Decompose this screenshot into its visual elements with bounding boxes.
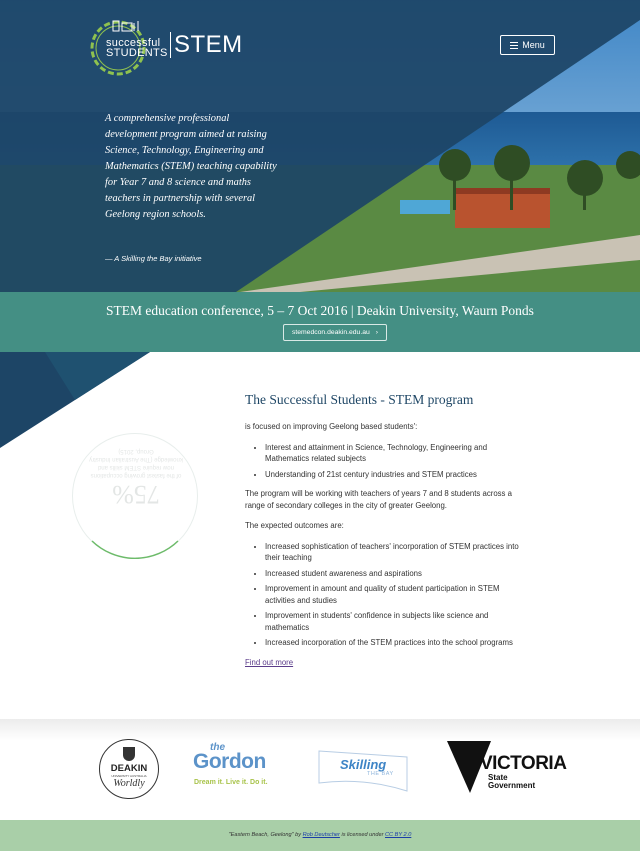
hero-credit: — A Skilling the Bay initiative	[105, 254, 202, 263]
list-item: Understanding of 21st century industries…	[265, 469, 520, 481]
victoria-name: VICTORIA	[480, 753, 567, 774]
skilling-subtitle: THE BAY	[367, 771, 394, 777]
victoria-government-logo[interactable]: VICTORIA State Government	[447, 741, 567, 795]
conference-link-label: stemedcon.deakin.edu.au	[291, 329, 370, 336]
list-item: Improvement in amount and quality of stu…	[265, 583, 520, 606]
list-item: Increased sophistication of teachers' in…	[265, 541, 520, 564]
list-item: Increased student awareness and aspirati…	[265, 568, 520, 580]
hero-banner: successful STUDENTS STEM Menu A comprehe…	[0, 0, 640, 292]
photo-title: "Eastern Beach, Geelong" by	[228, 832, 303, 838]
find-out-more-link[interactable]: Find out more	[245, 658, 293, 667]
conference-link-button[interactable]: stemedcon.deakin.edu.au ›	[283, 324, 387, 341]
conference-banner: STEM education conference, 5 – 7 Oct 201…	[0, 292, 640, 352]
logo-text-stem: STEM	[170, 32, 243, 58]
gordon-logo[interactable]: the Gordon Dream it. Live it. Do it.	[193, 742, 285, 792]
footer-credit: "Eastern Beach, Geelong" by Rob Deutsche…	[0, 820, 640, 851]
outcomes-label: The expected outcomes are:	[245, 521, 344, 530]
menu-button[interactable]: Menu	[500, 35, 555, 55]
skilling-name: Skilling	[340, 757, 387, 772]
list-item: Improvement in students' confidence in s…	[265, 610, 520, 633]
conference-title: STEM education conference, 5 – 7 Oct 201…	[106, 303, 534, 318]
hero-intro: A comprehensive professional development…	[105, 113, 277, 220]
hamburger-icon	[510, 41, 519, 49]
program-intro: is focused on improving Geelong based st…	[245, 422, 418, 431]
deakin-tagline: Worldly	[113, 778, 145, 789]
stat-description: of the fastest growing occupations now r…	[89, 448, 183, 478]
gordon-tagline: Dream it. Live it. Do it.	[194, 779, 268, 786]
program-paragraph: The program will be working with teacher…	[245, 489, 512, 510]
chevron-right-icon: ›	[375, 329, 379, 336]
site-logo[interactable]: successful STUDENTS STEM	[86, 18, 246, 78]
gordon-name: Gordon	[193, 750, 266, 773]
outcomes-list: Increased sophistication of teachers' in…	[265, 541, 520, 649]
logo-text-students: STUDENTS	[106, 47, 168, 59]
program-content: The Successful Students - STEM program i…	[245, 392, 520, 668]
skilling-the-bay-logo[interactable]: Skilling THE BAY	[318, 749, 408, 793]
list-item: Interest and attainment in Science, Tech…	[265, 442, 520, 465]
victoria-government: Government	[488, 781, 536, 790]
list-item: Increased incorporation of the STEM prac…	[265, 637, 520, 649]
menu-label: Menu	[522, 40, 545, 50]
deakin-logo[interactable]: DEAKIN UNIVERSITY AUSTRALIA Worldly	[99, 739, 159, 799]
license-text: is licensed under	[339, 832, 385, 838]
author-link[interactable]: Rob Deutscher	[303, 832, 340, 838]
stat-percent: 75%	[112, 480, 160, 509]
focus-list: Interest and attainment in Science, Tech…	[265, 442, 520, 481]
deakin-name: DEAKIN	[110, 763, 148, 774]
program-heading: The Successful Students - STEM program	[245, 392, 474, 407]
shield-icon	[123, 747, 135, 761]
stat-block: 75% of the fastest growing occupations n…	[88, 447, 184, 509]
license-link[interactable]: CC BY 2.0	[385, 832, 411, 838]
